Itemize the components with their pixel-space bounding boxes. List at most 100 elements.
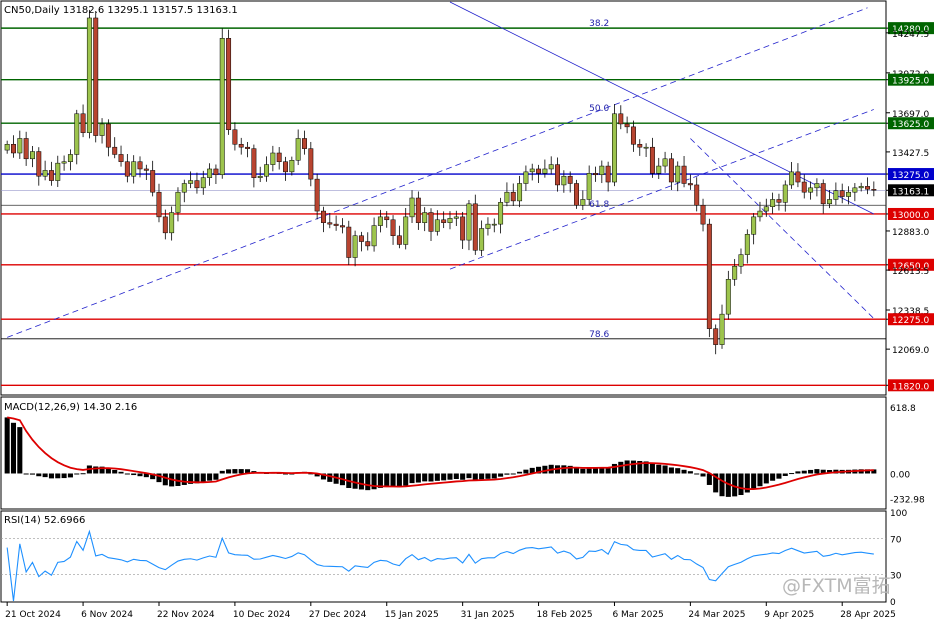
candle-body xyxy=(643,146,649,149)
candle-body xyxy=(453,216,459,219)
y-tick-label: 13000.0 xyxy=(892,211,929,221)
candle-body xyxy=(118,154,124,162)
candle-body xyxy=(504,191,510,203)
y-tick-label: 12883.0 xyxy=(892,228,929,238)
x-tick-label: 21 Oct 2024 xyxy=(5,610,61,620)
candle-body xyxy=(150,170,156,193)
macd-bar xyxy=(162,473,168,486)
candle-body xyxy=(48,170,54,181)
macd-bar xyxy=(181,473,187,485)
candle-body xyxy=(820,183,826,205)
candle-body xyxy=(143,168,149,171)
macd-bar xyxy=(403,473,409,486)
x-tick-label: 6 Nov 2024 xyxy=(81,610,133,620)
candle-body xyxy=(396,235,402,245)
candle-body xyxy=(93,17,99,136)
x-tick-label: 10 Dec 2024 xyxy=(233,610,291,620)
candle-body xyxy=(719,313,725,345)
fib-label-2: 61.8 xyxy=(589,200,609,210)
rsi-tick-label: 100 xyxy=(890,509,907,519)
macd-bar xyxy=(738,473,744,496)
candle-body xyxy=(30,151,35,160)
macd-bar xyxy=(4,417,10,474)
candle-body xyxy=(808,187,814,193)
y-tick-label: 13275.0 xyxy=(892,171,929,181)
fib-label-3: 78.6 xyxy=(589,330,609,340)
candle-body xyxy=(365,241,371,247)
candle-body xyxy=(390,219,396,236)
candle-body xyxy=(593,173,598,176)
macd-bar xyxy=(523,469,529,474)
candle-body xyxy=(207,168,213,178)
candle-body xyxy=(700,205,706,225)
macd-bar xyxy=(782,473,788,476)
macd-bar xyxy=(61,473,67,479)
y-tick-label: 13625.0 xyxy=(892,120,929,130)
macd-bar xyxy=(618,461,624,474)
macd-bar xyxy=(675,468,681,474)
candle-body xyxy=(352,235,358,258)
macd-bar xyxy=(74,473,80,475)
y-tick-label: 14247.5 xyxy=(892,30,929,40)
macd-bar xyxy=(624,460,630,474)
x-tick-label: 22 Nov 2024 xyxy=(157,610,215,620)
x-tick-label: 28 Apr 2025 xyxy=(840,610,896,620)
macd-bar xyxy=(23,473,29,475)
candle-body xyxy=(74,113,80,155)
macd-bar xyxy=(80,473,86,475)
candle-body xyxy=(441,219,447,223)
macd-bar xyxy=(630,460,636,474)
candle-body xyxy=(485,223,491,229)
macd-bar xyxy=(67,473,73,478)
chart-title: CN50,Daily 13182.6 13295.1 13157.5 13163… xyxy=(4,5,238,16)
candle-body xyxy=(358,235,364,242)
macd-tick-label: 618.8 xyxy=(890,404,916,414)
candle-body xyxy=(466,203,472,241)
candle-body xyxy=(548,164,554,170)
candle-body xyxy=(377,216,383,226)
candle-body xyxy=(852,187,858,193)
candle-body xyxy=(162,216,168,234)
candle-body xyxy=(656,165,662,174)
y-tick-label: 13163.1 xyxy=(892,187,929,197)
candle-body xyxy=(169,212,175,234)
x-tick-label: 31 Jan 2025 xyxy=(461,610,515,620)
macd-bar xyxy=(219,470,225,474)
candle-body xyxy=(86,17,92,133)
macd-bar xyxy=(447,473,453,480)
macd-bar xyxy=(131,473,137,476)
x-tick-label: 24 Mar 2025 xyxy=(688,610,745,620)
candle-body xyxy=(630,126,636,145)
macd-bar xyxy=(808,469,814,474)
candle-body xyxy=(213,168,219,176)
macd-bar xyxy=(770,473,776,481)
candle-body xyxy=(574,183,579,206)
macd-bar xyxy=(681,469,687,474)
macd-bar xyxy=(48,473,54,479)
candle-body xyxy=(339,225,345,228)
macd-bar xyxy=(517,471,523,474)
macd-bar xyxy=(238,469,244,474)
macd-bar xyxy=(687,471,693,474)
candle-body xyxy=(403,216,409,245)
candle-body xyxy=(194,180,200,189)
candle-body xyxy=(757,210,763,218)
candle-body xyxy=(871,189,877,191)
y-tick-label: 12613.5 xyxy=(892,267,929,277)
macd-bar xyxy=(668,467,674,474)
candle-body xyxy=(675,165,681,183)
macd-bar xyxy=(504,473,510,475)
macd-tick-label: 0.00 xyxy=(890,470,910,480)
macd-bar xyxy=(801,470,807,474)
macd-bar xyxy=(751,473,757,490)
candle-body xyxy=(618,113,624,125)
macd-bar xyxy=(700,473,706,477)
candle-body xyxy=(181,183,187,193)
candle-body xyxy=(713,328,719,345)
fib-label-1: 50.0 xyxy=(589,104,609,114)
macd-bar xyxy=(36,473,42,477)
candle-body xyxy=(112,146,118,155)
macd-bar xyxy=(795,471,801,474)
macd-bar xyxy=(649,463,655,474)
macd-bar xyxy=(434,473,440,481)
